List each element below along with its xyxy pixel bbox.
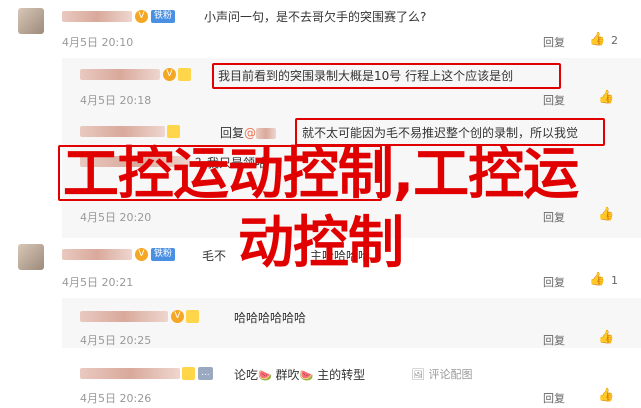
image-icon: 🖼 (411, 368, 425, 381)
image-comment-link[interactable]: 🖼 评论配图 (411, 366, 472, 382)
like-icon[interactable]: 👍 (598, 90, 614, 105)
comment-time: 4月5日 20:25 (80, 334, 152, 347)
comment-time: 4月5日 20:26 (80, 392, 152, 405)
comment-part-1: 论吃 (234, 368, 259, 382)
reply-prefix-label: 回复 (220, 126, 245, 140)
comment-text: 小声问一句，是不去哥欠手的突围赛了么? (204, 10, 427, 24)
avatar[interactable] (18, 8, 44, 34)
highlight-box (212, 63, 561, 89)
verified-icon: V (135, 10, 148, 23)
mention-link[interactable]: @ (244, 126, 256, 140)
sub-reply-row: ... 论吃🍉 群吹🍉 主的转型 🖼 评论配图 4月5日 20:26 回复 👍 (0, 360, 641, 408)
reply-prefix: 回复@ (220, 124, 277, 141)
comment-row: V 铁粉 小声问一句，是不去哥欠手的突围赛了么? 4月5日 20:10 回复 👍 … (0, 0, 641, 55)
username[interactable]: ... (80, 366, 213, 380)
username[interactable]: V (80, 67, 191, 81)
overlay-title-line2: 动控制 (238, 211, 404, 276)
comment-text: 哈哈哈哈哈哈 (234, 311, 307, 325)
badge-icon (178, 68, 191, 81)
overlay-title-line1: 工控运动控制,工控运 (62, 142, 579, 207)
comment-time: 4月5日 20:10 (62, 36, 134, 49)
badge-icon (167, 125, 180, 138)
reply-button[interactable]: 回复 (543, 390, 565, 406)
username[interactable] (80, 124, 180, 138)
sub-reply-row: V 哈哈哈哈哈哈 4月5日 20:25 回复 👍 (0, 300, 641, 352)
comment-part-2: 群吹 (275, 368, 300, 382)
image-comment-label: 评论配图 (428, 368, 473, 381)
comment-time: 4月5日 20:18 (80, 94, 152, 107)
comment-text: 论吃🍉 群吹🍉 主的转型 (234, 366, 365, 383)
username[interactable]: V (80, 309, 199, 323)
like-icon[interactable]: 👍 (589, 32, 605, 47)
sub-reply-row: V 我目前看到的突围录制大概是10号 行程上这个应该是创 4月5日 20:18 … (0, 58, 641, 113)
badge-icon (182, 367, 195, 380)
watermelon-icon: 🍉 (299, 369, 314, 382)
watermelon-icon: 🍉 (258, 369, 272, 382)
comment-time: 4月5日 20:21 (62, 276, 134, 289)
like-icon[interactable]: 👍 (598, 388, 614, 403)
like-count: 2 (611, 34, 618, 47)
comment-part-3: 主的转型 (317, 368, 366, 382)
reply-button[interactable]: 回复 (543, 332, 565, 348)
reply-button[interactable]: 回复 (543, 92, 565, 108)
badge-icon (186, 310, 199, 323)
like-icon[interactable]: 👍 (598, 330, 614, 345)
verified-icon: V (171, 310, 184, 323)
verified-icon: V (163, 68, 176, 81)
username[interactable]: V 铁粉 (62, 9, 176, 23)
fan-badge: ... (198, 367, 213, 380)
reply-button[interactable]: 回复 (543, 34, 565, 50)
fan-badge: 铁粉 (151, 10, 176, 23)
reply-button[interactable]: 回复 (543, 274, 565, 290)
